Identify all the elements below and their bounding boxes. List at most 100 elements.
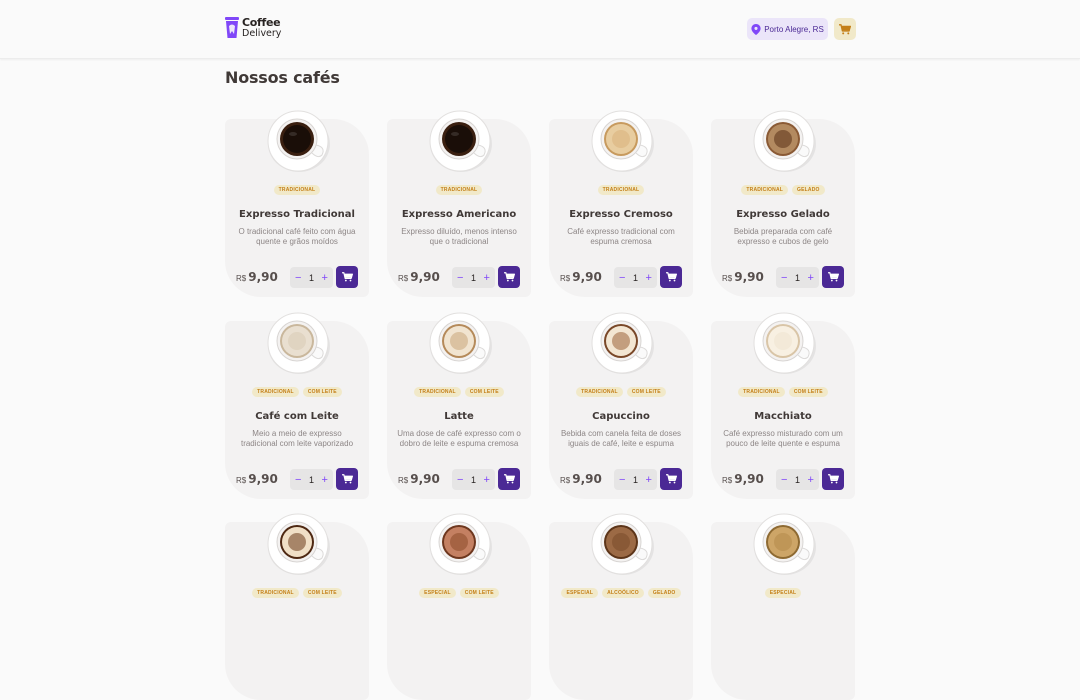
quantity-value: 1	[470, 474, 476, 485]
coffee-delivery-logo[interactable]: Coffee Delivery	[225, 15, 281, 41]
coffee-description: Uma dose de café expresso com o dobro de…	[397, 429, 521, 448]
price: R$ 9,90	[236, 270, 278, 284]
quantity-value: 1	[632, 272, 638, 283]
price: R$ 9,90	[236, 472, 278, 486]
add-to-cart-button[interactable]	[498, 266, 520, 288]
coffee-tags: TRADICIONAL COM LEITE	[387, 387, 531, 397]
shopping-cart-icon	[665, 474, 677, 484]
coffee-cup-image	[591, 513, 654, 575]
quantity-value: 1	[794, 474, 800, 485]
coffee-tag: ALCOÓLICO	[602, 588, 644, 598]
coffee-tags: TRADICIONAL COM LEITE	[711, 387, 855, 397]
add-to-cart-button[interactable]	[822, 468, 844, 490]
coffee-name: Expresso Cremoso	[569, 209, 673, 220]
plus-icon[interactable]: +	[646, 272, 652, 284]
coffee-cup-image	[267, 110, 330, 172]
minus-icon[interactable]: −	[619, 272, 625, 284]
plus-icon[interactable]: +	[322, 272, 328, 284]
page-title: Nossos cafés	[225, 68, 340, 87]
coffee-name: Latte	[444, 411, 474, 422]
buy-row: R$ 9,90 − 1 +	[225, 468, 369, 490]
shopping-cart-icon	[503, 474, 515, 484]
plus-icon[interactable]: +	[322, 474, 328, 486]
quantity-stepper: − 1 +	[776, 469, 819, 490]
coffee-cup-image	[753, 110, 816, 172]
price-value: 9,90	[734, 472, 764, 486]
quantity-stepper: − 1 +	[452, 267, 495, 288]
coffee-tag: TRADICIONAL	[576, 387, 623, 397]
price-value: 9,90	[410, 270, 440, 284]
coffee-card: TRADICIONAL Expresso Cremoso Café express…	[549, 109, 693, 297]
coffee-card: TRADICIONAL COM LEITE Capuccino Bebida com…	[549, 311, 693, 499]
currency-label: R$	[560, 274, 571, 283]
quantity-stepper: − 1 +	[290, 267, 333, 288]
coffee-cup-image	[591, 312, 654, 374]
quantity-value: 1	[794, 272, 800, 283]
coffee-name: Café com Leite	[255, 411, 339, 422]
minus-icon[interactable]: −	[619, 474, 625, 486]
location-button[interactable]: Porto Alegre, RS	[747, 18, 828, 40]
top-header: Coffee Delivery Porto Alegre, RS	[0, 0, 1080, 59]
coffee-card: ESPECIAL COM LEITE	[387, 512, 531, 700]
coffee-description: Café expresso tradicional com espuma cre…	[567, 227, 675, 246]
coffee-description: Meio a meio de expresso tradicional com …	[240, 429, 354, 448]
currency-label: R$	[398, 476, 409, 485]
coffee-description: O tradicional café feito com água quente…	[238, 227, 356, 246]
coffee-tag: ESPECIAL	[764, 588, 802, 598]
quantity-stepper: − 1 +	[614, 267, 657, 288]
quantity-stepper: − 1 +	[776, 267, 819, 288]
price-value: 9,90	[734, 270, 764, 284]
buy-row: R$ 9,90 − 1 +	[387, 468, 531, 490]
coffee-tag: COM LEITE	[788, 387, 828, 397]
add-to-cart-button[interactable]	[336, 468, 358, 490]
currency-label: R$	[236, 274, 247, 283]
add-to-cart-button[interactable]	[498, 468, 520, 490]
coffee-tag: TRADICIONAL	[738, 387, 785, 397]
coffee-tag: ESPECIAL	[419, 588, 456, 598]
minus-icon[interactable]: −	[295, 474, 301, 486]
buy-row: R$ 9,90 − 1 +	[549, 266, 693, 288]
coffee-cup-image	[753, 513, 816, 575]
minus-icon[interactable]: −	[295, 272, 301, 284]
quantity-stepper: − 1 +	[614, 469, 657, 490]
minus-icon[interactable]: −	[457, 474, 463, 486]
quantity-value: 1	[470, 272, 476, 283]
coffee-cup-image	[429, 110, 492, 172]
plus-icon[interactable]: +	[808, 272, 814, 284]
coffee-tags: TRADICIONAL GELADO	[711, 185, 855, 195]
buy-row: R$ 9,90 − 1 +	[711, 266, 855, 288]
price-value: 9,90	[572, 270, 602, 284]
add-to-cart-button[interactable]	[660, 266, 682, 288]
coffee-name: Capuccino	[592, 411, 650, 422]
add-to-cart-button[interactable]	[660, 468, 682, 490]
price-value: 9,90	[248, 472, 278, 486]
add-to-cart-button[interactable]	[822, 266, 844, 288]
currency-label: R$	[722, 476, 733, 485]
coffee-cup-image	[753, 312, 816, 374]
plus-icon[interactable]: +	[646, 474, 652, 486]
minus-icon[interactable]: −	[781, 272, 787, 284]
coffee-name: Expresso Gelado	[736, 209, 830, 220]
coffee-tag: TRADICIONAL	[252, 588, 299, 598]
minus-icon[interactable]: −	[457, 272, 463, 284]
coffee-tag: ESPECIAL	[561, 588, 599, 598]
coffee-tag: GELADO	[792, 185, 825, 195]
coffee-tag: TRADICIONAL	[414, 387, 461, 397]
shopping-cart-icon	[503, 272, 515, 282]
coffee-tags: TRADICIONAL COM LEITE	[225, 387, 369, 397]
plus-icon[interactable]: +	[808, 474, 814, 486]
cart-button[interactable]	[834, 18, 856, 40]
price-value: 9,90	[410, 472, 440, 486]
price: R$ 9,90	[722, 270, 764, 284]
coffee-tags: ESPECIAL ALCOÓLICO GELADO	[549, 588, 693, 598]
currency-label: R$	[398, 274, 409, 283]
shopping-cart-icon	[341, 474, 353, 484]
coffee-card: TRADICIONAL COM LEITE Macchiato Café expre…	[711, 311, 855, 499]
price: R$ 9,90	[560, 472, 602, 486]
plus-icon[interactable]: +	[484, 474, 490, 486]
coffee-card: TRADICIONAL GELADO Expresso Gelado Bebida …	[711, 109, 855, 297]
plus-icon[interactable]: +	[484, 272, 490, 284]
buy-row: R$ 9,90 − 1 +	[225, 266, 369, 288]
add-to-cart-button[interactable]	[336, 266, 358, 288]
minus-icon[interactable]: −	[781, 474, 787, 486]
